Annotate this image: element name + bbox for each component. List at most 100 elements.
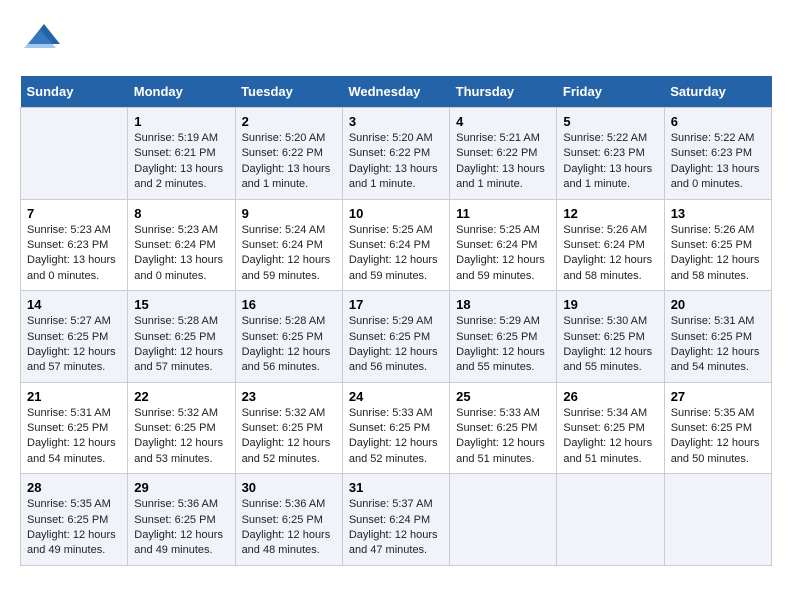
day-number: 25 — [456, 389, 550, 404]
day-number: 27 — [671, 389, 765, 404]
day-info: Sunrise: 5:33 AM Sunset: 6:25 PM Dayligh… — [349, 406, 443, 468]
day-number: 28 — [27, 480, 121, 495]
week-row-2: 7 Sunrise: 5:23 AM Sunset: 6:23 PM Daylig… — [21, 199, 772, 291]
calendar-cell: 9 Sunrise: 5:24 AM Sunset: 6:24 PM Daylig… — [235, 199, 342, 291]
day-number: 19 — [563, 297, 657, 312]
day-number: 10 — [349, 206, 443, 221]
week-row-1: 1 Sunrise: 5:19 AM Sunset: 6:21 PM Daylig… — [21, 108, 772, 200]
day-number: 13 — [671, 206, 765, 221]
day-info: Sunrise: 5:33 AM Sunset: 6:25 PM Dayligh… — [456, 406, 550, 468]
day-info: Sunrise: 5:29 AM Sunset: 6:25 PM Dayligh… — [456, 314, 550, 376]
logo — [20, 20, 64, 60]
day-number: 30 — [242, 480, 336, 495]
day-number: 6 — [671, 114, 765, 129]
week-row-3: 14 Sunrise: 5:27 AM Sunset: 6:25 PM Dayli… — [21, 291, 772, 383]
day-info: Sunrise: 5:25 AM Sunset: 6:24 PM Dayligh… — [456, 223, 550, 285]
day-info: Sunrise: 5:25 AM Sunset: 6:24 PM Dayligh… — [349, 223, 443, 285]
calendar-cell: 23 Sunrise: 5:32 AM Sunset: 6:25 PM Dayli… — [235, 382, 342, 474]
day-number: 8 — [134, 206, 228, 221]
calendar-cell — [21, 108, 128, 200]
day-number: 20 — [671, 297, 765, 312]
calendar-cell — [557, 474, 664, 566]
day-info: Sunrise: 5:23 AM Sunset: 6:23 PM Dayligh… — [27, 223, 121, 285]
day-number: 23 — [242, 389, 336, 404]
calendar-cell: 30 Sunrise: 5:36 AM Sunset: 6:25 PM Dayli… — [235, 474, 342, 566]
header-row: SundayMondayTuesdayWednesdayThursdayFrid… — [21, 76, 772, 108]
day-number: 14 — [27, 297, 121, 312]
calendar-cell — [450, 474, 557, 566]
day-number: 24 — [349, 389, 443, 404]
header-cell-wednesday: Wednesday — [342, 76, 449, 108]
header-cell-friday: Friday — [557, 76, 664, 108]
calendar-cell: 26Sunrise: 5:34 AM Sunset: 6:25 PM Dayli… — [557, 382, 664, 474]
calendar-cell: 4 Sunrise: 5:21 AM Sunset: 6:22 PM Daylig… — [450, 108, 557, 200]
calendar-cell: 31Sunrise: 5:37 AM Sunset: 6:24 PM Dayli… — [342, 474, 449, 566]
day-number: 29 — [134, 480, 228, 495]
day-info: Sunrise: 5:24 AM Sunset: 6:24 PM Dayligh… — [242, 223, 336, 285]
calendar-cell: 20Sunrise: 5:31 AM Sunset: 6:25 PM Dayli… — [664, 291, 771, 383]
day-info: Sunrise: 5:32 AM Sunset: 6:25 PM Dayligh… — [134, 406, 228, 468]
day-info: Sunrise: 5:30 AM Sunset: 6:25 PM Dayligh… — [563, 314, 657, 376]
page-header — [20, 20, 772, 60]
header-cell-thursday: Thursday — [450, 76, 557, 108]
day-number: 2 — [242, 114, 336, 129]
header-cell-sunday: Sunday — [21, 76, 128, 108]
day-number: 21 — [27, 389, 121, 404]
header-cell-monday: Monday — [128, 76, 235, 108]
header-cell-saturday: Saturday — [664, 76, 771, 108]
day-number: 12 — [563, 206, 657, 221]
calendar-header: SundayMondayTuesdayWednesdayThursdayFrid… — [21, 76, 772, 108]
day-info: Sunrise: 5:20 AM Sunset: 6:22 PM Dayligh… — [242, 131, 336, 193]
day-info: Sunrise: 5:32 AM Sunset: 6:25 PM Dayligh… — [242, 406, 336, 468]
calendar-cell: 19 Sunrise: 5:30 AM Sunset: 6:25 PM Dayli… — [557, 291, 664, 383]
day-number: 7 — [27, 206, 121, 221]
day-number: 31 — [349, 480, 443, 495]
logo-icon — [20, 20, 60, 60]
day-number: 15 — [134, 297, 228, 312]
calendar-cell: 28 Sunrise: 5:35 AM Sunset: 6:25 PM Dayli… — [21, 474, 128, 566]
day-number: 1 — [134, 114, 228, 129]
day-info: Sunrise: 5:35 AM Sunset: 6:25 PM Dayligh… — [27, 497, 121, 559]
day-number: 4 — [456, 114, 550, 129]
calendar-cell: 2 Sunrise: 5:20 AM Sunset: 6:22 PM Daylig… — [235, 108, 342, 200]
day-info: Sunrise: 5:28 AM Sunset: 6:25 PM Dayligh… — [134, 314, 228, 376]
day-info: Sunrise: 5:26 AM Sunset: 6:25 PM Dayligh… — [671, 223, 765, 285]
day-info: Sunrise: 5:23 AM Sunset: 6:24 PM Dayligh… — [134, 223, 228, 285]
day-info: Sunrise: 5:29 AM Sunset: 6:25 PM Dayligh… — [349, 314, 443, 376]
day-info: Sunrise: 5:27 AM Sunset: 6:25 PM Dayligh… — [27, 314, 121, 376]
day-number: 9 — [242, 206, 336, 221]
calendar-cell: 25 Sunrise: 5:33 AM Sunset: 6:25 PM Dayli… — [450, 382, 557, 474]
day-info: Sunrise: 5:31 AM Sunset: 6:25 PM Dayligh… — [27, 406, 121, 468]
day-info: Sunrise: 5:22 AM Sunset: 6:23 PM Dayligh… — [563, 131, 657, 193]
calendar-cell: 29 Sunrise: 5:36 AM Sunset: 6:25 PM Dayli… — [128, 474, 235, 566]
calendar-cell: 22Sunrise: 5:32 AM Sunset: 6:25 PM Dayli… — [128, 382, 235, 474]
calendar-cell: 5Sunrise: 5:22 AM Sunset: 6:23 PM Daylig… — [557, 108, 664, 200]
day-info: Sunrise: 5:21 AM Sunset: 6:22 PM Dayligh… — [456, 131, 550, 193]
calendar-cell: 11 Sunrise: 5:25 AM Sunset: 6:24 PM Dayli… — [450, 199, 557, 291]
day-info: Sunrise: 5:35 AM Sunset: 6:25 PM Dayligh… — [671, 406, 765, 468]
calendar-cell: 7 Sunrise: 5:23 AM Sunset: 6:23 PM Daylig… — [21, 199, 128, 291]
calendar-cell: 13 Sunrise: 5:26 AM Sunset: 6:25 PM Dayli… — [664, 199, 771, 291]
day-info: Sunrise: 5:36 AM Sunset: 6:25 PM Dayligh… — [134, 497, 228, 559]
header-cell-tuesday: Tuesday — [235, 76, 342, 108]
calendar-cell: 21 Sunrise: 5:31 AM Sunset: 6:25 PM Dayli… — [21, 382, 128, 474]
calendar-cell: 14 Sunrise: 5:27 AM Sunset: 6:25 PM Dayli… — [21, 291, 128, 383]
week-row-4: 21 Sunrise: 5:31 AM Sunset: 6:25 PM Dayli… — [21, 382, 772, 474]
day-number: 11 — [456, 206, 550, 221]
day-info: Sunrise: 5:36 AM Sunset: 6:25 PM Dayligh… — [242, 497, 336, 559]
calendar-cell: 10 Sunrise: 5:25 AM Sunset: 6:24 PM Dayli… — [342, 199, 449, 291]
day-info: Sunrise: 5:26 AM Sunset: 6:24 PM Dayligh… — [563, 223, 657, 285]
week-row-5: 28 Sunrise: 5:35 AM Sunset: 6:25 PM Dayli… — [21, 474, 772, 566]
day-number: 17 — [349, 297, 443, 312]
calendar-cell: 15 Sunrise: 5:28 AM Sunset: 6:25 PM Dayli… — [128, 291, 235, 383]
day-info: Sunrise: 5:20 AM Sunset: 6:22 PM Dayligh… — [349, 131, 443, 193]
calendar-table: SundayMondayTuesdayWednesdayThursdayFrid… — [20, 76, 772, 566]
calendar-cell: 12 Sunrise: 5:26 AM Sunset: 6:24 PM Dayli… — [557, 199, 664, 291]
calendar-cell — [664, 474, 771, 566]
day-info: Sunrise: 5:22 AM Sunset: 6:23 PM Dayligh… — [671, 131, 765, 193]
calendar-body: 1 Sunrise: 5:19 AM Sunset: 6:21 PM Daylig… — [21, 108, 772, 566]
day-info: Sunrise: 5:19 AM Sunset: 6:21 PM Dayligh… — [134, 131, 228, 193]
calendar-cell: 16Sunrise: 5:28 AM Sunset: 6:25 PM Dayli… — [235, 291, 342, 383]
calendar-cell: 8 Sunrise: 5:23 AM Sunset: 6:24 PM Daylig… — [128, 199, 235, 291]
calendar-cell: 27 Sunrise: 5:35 AM Sunset: 6:25 PM Dayli… — [664, 382, 771, 474]
